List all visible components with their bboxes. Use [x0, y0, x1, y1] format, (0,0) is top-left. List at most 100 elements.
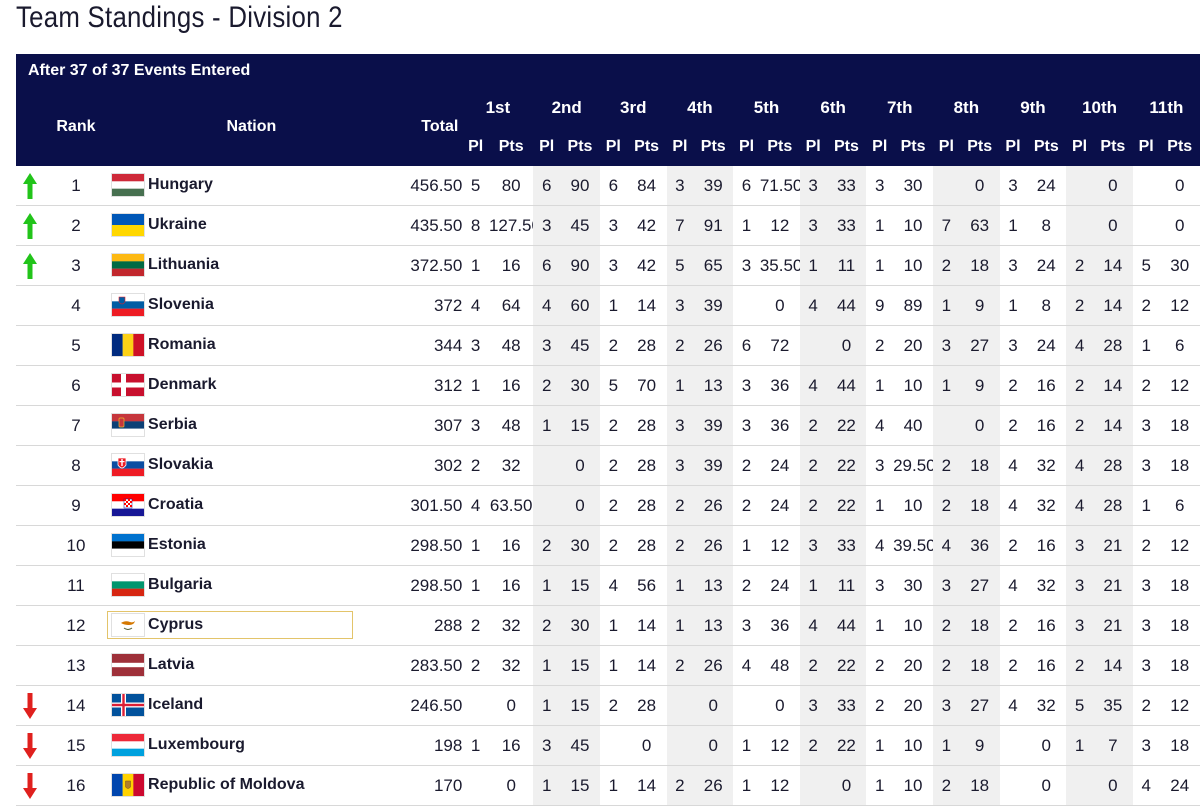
placing-cell	[1066, 766, 1093, 806]
points-cell: 22	[826, 726, 866, 766]
table-row[interactable]: 14Iceland246.500115228003332203274325352…	[16, 686, 1200, 726]
nation-link[interactable]: Bulgaria	[107, 571, 217, 599]
placing-cell	[1000, 766, 1027, 806]
nation-link[interactable]: Croatia	[107, 491, 208, 519]
points-cell: 0	[560, 446, 600, 486]
points-cell: 32	[1026, 486, 1066, 526]
table-row[interactable]: 7Serbia307348115228339336222440021621431…	[16, 406, 1200, 446]
header-row-events: RankNationTotal1st2nd3rd4th5th6th7th8th9…	[16, 88, 1200, 128]
header-pl: Pl	[1066, 128, 1093, 166]
placing-cell	[1066, 206, 1093, 246]
points-cell: 8	[1026, 286, 1066, 326]
placing-cell: 1	[600, 286, 627, 326]
table-row[interactable]: 1Hungary456.50580690684339671.5033333003…	[16, 166, 1200, 206]
ukraine-flag	[112, 214, 144, 236]
nation-link[interactable]: Estonia	[107, 531, 211, 559]
points-cell: 15	[560, 686, 600, 726]
table-row[interactable]: 10Estonia298.50116230228226112333439.504…	[16, 526, 1200, 566]
placing-cell: 2	[1133, 366, 1160, 406]
placing-cell: 4	[733, 646, 760, 686]
points-cell: 42	[627, 206, 667, 246]
nation-link[interactable]: Lithuania	[107, 251, 224, 279]
nation-cell: Lithuania	[107, 246, 396, 286]
nation-link[interactable]: Latvia	[107, 651, 199, 679]
placing-cell: 3	[1133, 646, 1160, 686]
nation-name: Latvia	[148, 656, 194, 674]
table-row[interactable]: 2Ukraine435.508127.503453427911123331107…	[16, 206, 1200, 246]
points-cell: 16	[1026, 366, 1066, 406]
points-cell: 28	[627, 686, 667, 726]
nation-link[interactable]: Hungary	[107, 171, 218, 199]
placing-cell: 6	[533, 166, 560, 206]
placing-cell: 4	[1133, 766, 1160, 806]
total-cell: 301.50	[396, 486, 463, 526]
points-cell: 0	[627, 726, 667, 766]
table-row[interactable]: 12Cyprus28823223011411333644411021821632…	[16, 606, 1200, 646]
points-cell: 28	[627, 446, 667, 486]
placing-cell: 2	[733, 446, 760, 486]
table-row[interactable]: 11Bulgaria298.50116115456113224111330327…	[16, 566, 1200, 606]
nation-link[interactable]: Serbia	[107, 411, 202, 439]
nation-link[interactable]: Slovenia	[107, 291, 219, 319]
points-cell: 16	[489, 526, 533, 566]
header-pl: Pl	[933, 128, 960, 166]
table-row[interactable]: 5Romania34434834522822667202203273244281…	[16, 326, 1200, 366]
placing-cell: 2	[800, 646, 827, 686]
nation-link[interactable]: Republic of Moldova	[107, 771, 309, 799]
points-cell: 16	[489, 366, 533, 406]
placing-cell: 8	[462, 206, 489, 246]
trend-cell	[16, 526, 45, 566]
nation-name: Denmark	[148, 376, 216, 394]
table-row[interactable]: 8Slovakia3022320228339224222329.50218432…	[16, 446, 1200, 486]
placing-cell: 3	[1133, 406, 1160, 446]
header-pts: Pts	[627, 128, 667, 166]
points-cell: 14	[1093, 406, 1133, 446]
points-cell: 12	[760, 766, 800, 806]
table-row[interactable]: 3Lithuania372.50116690342565335.50111110…	[16, 246, 1200, 286]
points-cell: 65	[693, 246, 733, 286]
trend-cell	[16, 686, 45, 726]
placing-cell: 2	[1066, 246, 1093, 286]
points-cell: 0	[489, 766, 533, 806]
nation-link[interactable]: Iceland	[107, 691, 208, 719]
points-cell: 28	[627, 526, 667, 566]
table-row[interactable]: 9Croatia301.50463.5002282262242221102184…	[16, 486, 1200, 526]
points-cell: 84	[627, 166, 667, 206]
points-cell: 18	[1160, 566, 1200, 606]
placing-cell: 2	[1133, 286, 1160, 326]
nation-cell: Iceland	[107, 686, 396, 726]
nation-cell: Slovakia	[107, 446, 396, 486]
points-cell: 18	[1160, 446, 1200, 486]
table-row[interactable]: 13Latvia283.5023211511422644822222021821…	[16, 646, 1200, 686]
nation-link[interactable]: Romania	[107, 331, 221, 359]
table-row[interactable]: 15Luxembourg1981163450011222211019017318	[16, 726, 1200, 766]
points-cell: 44	[826, 286, 866, 326]
points-cell: 22	[826, 446, 866, 486]
trend-up-arrow-icon	[16, 212, 45, 240]
rank-cell: 13	[45, 646, 107, 686]
nation-cell: Serbia	[107, 406, 396, 446]
placing-cell	[733, 686, 760, 726]
points-cell: 26	[693, 766, 733, 806]
points-cell: 22	[826, 406, 866, 446]
nation-link[interactable]: Luxembourg	[107, 731, 250, 759]
placing-cell: 5	[462, 166, 489, 206]
table-row[interactable]: 16Republic of Moldova1700115114226112011…	[16, 766, 1200, 806]
nation-link[interactable]: Denmark	[107, 371, 221, 399]
total-cell: 298.50	[396, 566, 463, 606]
points-cell: 0	[826, 766, 866, 806]
points-cell: 14	[627, 646, 667, 686]
table-row[interactable]: 4Slovenia3724644601143390444989191821421…	[16, 286, 1200, 326]
points-cell: 0	[1093, 206, 1133, 246]
points-cell: 12	[1160, 366, 1200, 406]
points-cell: 24	[760, 566, 800, 606]
points-cell: 16	[1026, 606, 1066, 646]
points-cell: 56	[627, 566, 667, 606]
nation-link[interactable]: Ukraine	[107, 211, 212, 239]
placing-cell: 1	[1066, 726, 1093, 766]
table-row[interactable]: 6Denmark31211623057011333644411019216214…	[16, 366, 1200, 406]
nation-link[interactable]: Slovakia	[107, 451, 218, 479]
points-cell: 14	[627, 606, 667, 646]
nation-link[interactable]: Cyprus	[107, 611, 353, 639]
nation-cell: Luxembourg	[107, 726, 396, 766]
